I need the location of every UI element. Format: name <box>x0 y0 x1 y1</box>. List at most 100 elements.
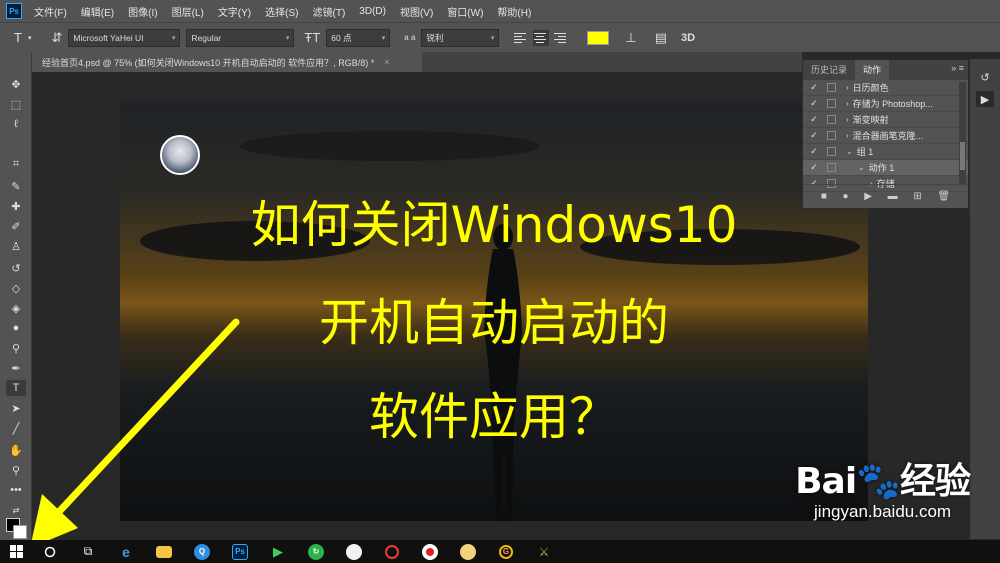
expand-icon[interactable]: ⌄ <box>858 163 865 172</box>
file-explorer-icon[interactable] <box>152 542 176 562</box>
menu-file[interactable]: 文件(F) <box>34 4 67 19</box>
blur-tool-icon[interactable]: ● <box>6 320 26 336</box>
warp-text-icon[interactable]: ⊥ <box>625 30 636 46</box>
character-panel-icon[interactable]: ▤ <box>655 30 667 46</box>
expand-icon[interactable]: › <box>846 99 849 108</box>
play-icon[interactable]: ▶ <box>864 191 872 202</box>
menu-help[interactable]: 帮助(H) <box>497 4 531 19</box>
checkmark-icon[interactable]: ✓ <box>807 146 821 157</box>
green-app-icon[interactable]: ↻ <box>304 542 328 562</box>
browser-app-icon[interactable]: Q <box>190 542 214 562</box>
action-row[interactable]: ✓ ⌄ 组 1 <box>803 144 968 160</box>
game-app-icon[interactable]: ⚔ <box>532 542 556 562</box>
dialog-toggle-box[interactable] <box>827 163 836 172</box>
menu-image[interactable]: 图像(I) <box>128 4 157 19</box>
dialog-toggle-box[interactable] <box>827 115 836 124</box>
text-orientation-icon[interactable]: ⇵ <box>51 30 62 46</box>
align-left-button[interactable] <box>513 30 529 46</box>
text-color-swatch[interactable] <box>587 30 610 45</box>
more-tools-icon[interactable]: ••• <box>6 482 26 498</box>
photoshop-taskbar-icon[interactable]: Ps <box>228 542 252 562</box>
menu-filter[interactable]: 滤镜(T) <box>313 4 346 19</box>
media-player-icon[interactable]: ▶ <box>266 542 290 562</box>
dialog-toggle-box[interactable] <box>827 131 836 140</box>
trash-icon[interactable]: 🗑 <box>937 191 950 202</box>
checkmark-icon[interactable]: ✓ <box>807 114 821 125</box>
menu-layer[interactable]: 图层(L) <box>172 4 204 19</box>
clone-stamp-icon[interactable]: ♙ <box>6 238 26 254</box>
panel-scrollbar[interactable] <box>959 82 966 184</box>
action-row[interactable]: ✓ › 渐变映射 <box>803 112 968 128</box>
history-brush-icon[interactable]: ↺ <box>6 260 26 276</box>
menu-window[interactable]: 窗口(W) <box>447 4 483 19</box>
lasso-tool-icon[interactable]: ℓ <box>6 116 26 132</box>
checkmark-icon[interactable]: ✓ <box>807 130 821 141</box>
eyedropper-tool-icon[interactable]: ✎ <box>6 178 26 194</box>
marquee-tool-icon[interactable]: ⬚ <box>6 96 26 112</box>
menu-type[interactable]: 文字(Y) <box>218 4 251 19</box>
menu-3d[interactable]: 3D(D) <box>359 6 386 17</box>
new-action-icon[interactable]: ⊞ <box>913 191 921 202</box>
record-app-icon[interactable] <box>418 542 442 562</box>
chat-app-icon[interactable] <box>342 542 366 562</box>
checkmark-icon[interactable]: ✓ <box>807 98 821 109</box>
document-canvas[interactable]: 如何关闭Windows10 开机自动启动的 软件应用？ <box>120 101 868 521</box>
path-selection-icon[interactable]: ➤ <box>6 400 26 416</box>
menu-select[interactable]: 选择(S) <box>265 4 298 19</box>
expand-icon[interactable]: › <box>846 115 849 124</box>
pen-tool-icon[interactable]: ✒ <box>6 360 26 376</box>
eraser-tool-icon[interactable]: ◇ <box>6 280 26 296</box>
action-row[interactable]: ✓ › 日历颜色 <box>803 80 968 96</box>
align-right-button[interactable] <box>553 30 569 46</box>
tab-actions[interactable]: 动作 <box>855 60 890 80</box>
scrollbar-thumb[interactable] <box>960 142 965 170</box>
expand-icon[interactable]: ⌄ <box>846 147 853 156</box>
brush-tool-icon[interactable]: ✐ <box>6 218 26 234</box>
dialog-toggle-box[interactable] <box>827 99 836 108</box>
dialog-toggle-box[interactable] <box>827 83 836 92</box>
g-app-icon[interactable]: G <box>494 542 518 562</box>
action-row[interactable]: ✓ › 混合器画笔克隆... <box>803 128 968 144</box>
actions-panel-icon[interactable]: ▶ <box>976 91 994 107</box>
dialog-toggle-box[interactable] <box>827 147 836 156</box>
healing-brush-icon[interactable]: ✚ <box>6 198 26 214</box>
stop-icon[interactable]: ■ <box>821 191 827 202</box>
checkmark-icon[interactable]: ✓ <box>807 162 821 173</box>
menu-edit[interactable]: 编辑(E) <box>81 4 114 19</box>
font-style-select[interactable]: Regular ▾ <box>186 28 295 47</box>
panel-menu-icon[interactable]: » ≡ <box>951 63 964 73</box>
move-tool-icon[interactable]: ✥ <box>6 76 26 92</box>
zoom-tool-icon[interactable]: ⚲ <box>6 462 26 478</box>
paint-bucket-icon[interactable]: ◈ <box>6 300 26 316</box>
windows-start-icon[interactable] <box>4 542 28 562</box>
menu-view[interactable]: 视图(V) <box>400 4 433 19</box>
expand-icon[interactable]: › <box>846 131 849 140</box>
hand-tool-icon[interactable]: ✋ <box>6 442 26 458</box>
edge-browser-icon[interactable]: e <box>114 542 138 562</box>
checkmark-icon[interactable]: ✓ <box>807 82 821 93</box>
font-family-select[interactable]: Microsoft YaHei UI ▾ <box>68 28 181 47</box>
music-app-icon[interactable] <box>380 542 404 562</box>
type-tool-icon[interactable]: T <box>6 380 26 396</box>
align-center-button[interactable] <box>533 29 550 46</box>
type-tool-icon[interactable]: T <box>14 30 22 45</box>
expand-icon[interactable]: › <box>846 83 849 92</box>
cortana-search-icon[interactable] <box>38 542 62 562</box>
action-row[interactable]: ✓ ⌄ 动作 1 <box>803 160 968 176</box>
history-panel-icon[interactable]: ↺ <box>976 69 994 85</box>
line-tool-icon[interactable]: ╱ <box>6 420 26 436</box>
close-icon[interactable]: × <box>384 57 389 67</box>
font-size-select[interactable]: 60 点 ▾ <box>326 28 391 47</box>
background-color-swatch[interactable] <box>13 525 27 539</box>
task-view-icon[interactable]: ⧉ <box>76 542 100 562</box>
action-row[interactable]: ✓ › 存储为 Photoshop... <box>803 96 968 112</box>
crop-tool-icon[interactable]: ⌗ <box>6 156 26 172</box>
new-set-icon[interactable]: ▬ <box>888 191 898 202</box>
3d-button[interactable]: 3D <box>681 32 695 44</box>
swap-colors-icon[interactable]: ⇄ <box>6 502 26 518</box>
tab-history[interactable]: 历史记录 <box>803 60 855 80</box>
dodge-tool-icon[interactable]: ⚲ <box>6 340 26 356</box>
dropdown-caret-icon[interactable]: ▾ <box>28 34 32 42</box>
document-tab[interactable]: 经验首页4.psd @ 75% (如何关闭Windows10 开机自动启动的 软… <box>32 52 422 72</box>
antialias-select[interactable]: 锐利 ▾ <box>421 28 500 47</box>
